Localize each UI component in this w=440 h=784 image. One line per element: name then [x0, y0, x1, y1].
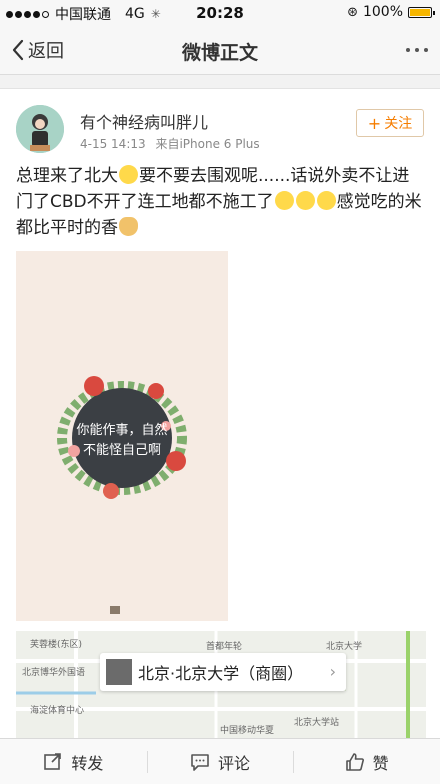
repost-button[interactable]: 转发 — [0, 739, 147, 784]
map-label: 北京博华外国语 — [22, 668, 86, 678]
avatar-image — [16, 105, 64, 153]
map-label: 北京大学 — [326, 642, 363, 652]
repost-label: 转发 — [71, 753, 104, 773]
page-title: 微博正文 — [181, 42, 258, 64]
action-toolbar: 转发 评论 赞 — [0, 738, 440, 784]
map-label: 中国移动华夏 — [220, 726, 275, 736]
rotation-lock-icon: ⊛ — [347, 4, 358, 20]
navigation-bar: 返回 微博正文 — [0, 26, 440, 75]
image-caption-line1: 你能作事，自然 — [76, 422, 167, 438]
more-options-button[interactable] — [406, 48, 428, 52]
location-label: 北京·北京大学（商圈） — [138, 664, 304, 683]
username[interactable]: 有个神经病叫胖儿 — [80, 109, 208, 133]
more-icon — [406, 48, 410, 52]
doge-emoji-icon — [274, 191, 294, 210]
smile-emoji-icon — [119, 165, 138, 184]
battery-icon — [408, 6, 435, 18]
status-bar: 中国联通 4G ✳ 20:28 ⊛ 100% — [0, 0, 440, 26]
avatar[interactable] — [16, 105, 64, 153]
chevron-right-icon: › — [329, 662, 336, 681]
doge-emoji-icon — [316, 191, 336, 210]
post-timestamp: 4-15 14:13 — [80, 137, 146, 151]
plus-icon: + — [367, 113, 382, 133]
post-meta: 4-15 14:13 来自iPhone 6 Plus — [80, 135, 260, 152]
map-label: 首都年轮 — [206, 642, 243, 652]
post-text-part: 总理来了北大 — [16, 166, 118, 186]
like-button[interactable]: 赞 — [293, 739, 440, 784]
watermark-logo — [110, 606, 120, 614]
map-label: 海淀体育中心 — [30, 706, 85, 716]
follow-button[interactable]: + 关注 — [356, 109, 424, 137]
post-card: 有个神经病叫胖儿 4-15 14:13 来自iPhone 6 Plus + 关注… — [0, 88, 440, 739]
post-source: 来自iPhone 6 Plus — [155, 137, 260, 151]
wreath-illustration: 你能作事，自然 不能怪自己啊 — [16, 251, 228, 621]
like-label: 赞 — [372, 753, 389, 773]
map-label: 芙蓉楼(东区) — [30, 640, 83, 650]
post-image[interactable]: 你能作事，自然 不能怪自己啊 — [16, 251, 228, 621]
cat-emoji-icon — [119, 217, 138, 236]
comment-label: 评论 — [218, 753, 251, 773]
post-text: 总理来了北大 要不要去围观呢......话说外卖不让进门了CBD不开了连工地都不施… — [16, 163, 426, 241]
follow-label: 关注 — [384, 116, 413, 132]
doge-emoji-icon — [295, 191, 315, 210]
comment-button[interactable]: 评论 — [146, 739, 294, 784]
location-thumbnail — [106, 659, 132, 685]
comment-icon — [191, 753, 209, 771]
thumbs-up-icon — [345, 752, 364, 771]
location-map[interactable]: 芙蓉楼(东区) 北京大学 北京博华外国语 海淀体育中心 首都年轮 中国移动华夏 … — [16, 631, 426, 739]
location-tag[interactable]: 北京·北京大学（商圈） › — [100, 653, 346, 691]
repost-icon — [44, 752, 62, 770]
battery-percent: 100% — [362, 4, 403, 20]
map-label: 北京大学站 — [294, 718, 340, 728]
image-caption-line2: 不能怪自己啊 — [83, 443, 161, 458]
